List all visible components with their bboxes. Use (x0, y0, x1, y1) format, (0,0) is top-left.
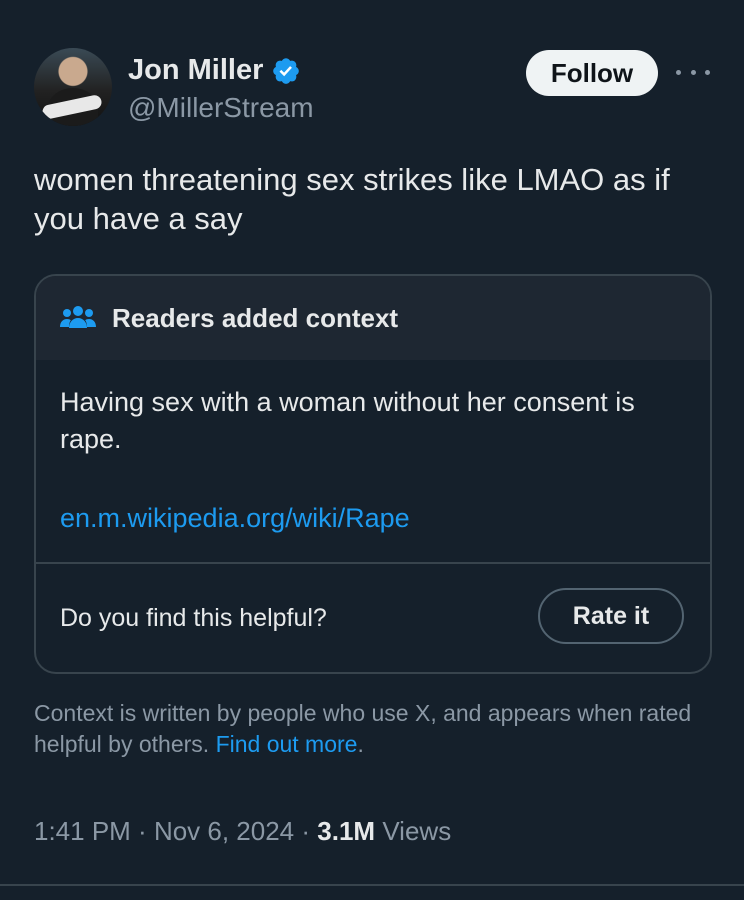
community-note-source-link[interactable]: en.m.wikipedia.org/wiki/Rape (60, 500, 686, 537)
meta-separator: · (130, 816, 154, 846)
community-note-text: Having sex with a woman without her cons… (60, 387, 635, 454)
tweet-date[interactable]: Nov 6, 2024 (154, 816, 294, 846)
context-disclaimer: Context is written by people who use X, … (34, 698, 714, 760)
find-out-more-link[interactable]: Find out more (216, 731, 358, 757)
rate-it-button[interactable]: Rate it (538, 588, 684, 644)
dot (705, 69, 710, 75)
dot (690, 69, 696, 75)
verified-badge-icon (273, 57, 300, 84)
follow-button[interactable]: Follow (526, 50, 658, 96)
community-note-body: Having sex with a woman without her cons… (36, 360, 710, 540)
helpful-question: Do you find this helpful? (60, 604, 327, 632)
community-note-footer: Do you find this helpful? Rate it (36, 562, 710, 672)
author-name-row: Jon Miller (128, 54, 301, 87)
tweet-time[interactable]: 1:41 PM (34, 816, 131, 846)
views-count: 3.1M (317, 816, 376, 846)
tweet-meta: 1:41 PM · Nov 6, 2024 · 3.1M Views (34, 816, 451, 847)
tweet-text: women threatening sex strikes like LMAO … (34, 162, 670, 236)
author-avatar[interactable] (34, 48, 112, 126)
community-note-card: Readers added context Having sex with a … (34, 274, 712, 674)
divider (0, 884, 744, 886)
context-disclaimer-period: . (357, 731, 364, 757)
views-label: Views (382, 816, 452, 846)
community-note-header: Readers added context (36, 276, 710, 360)
meta-separator: · (294, 816, 318, 846)
community-note-title: Readers added context (112, 302, 399, 333)
more-options-icon[interactable] (676, 60, 710, 84)
people-icon (60, 306, 96, 328)
author-name[interactable]: Jon Miller (128, 54, 263, 87)
author-handle[interactable]: @MillerStream (128, 92, 314, 124)
dot (676, 69, 681, 75)
